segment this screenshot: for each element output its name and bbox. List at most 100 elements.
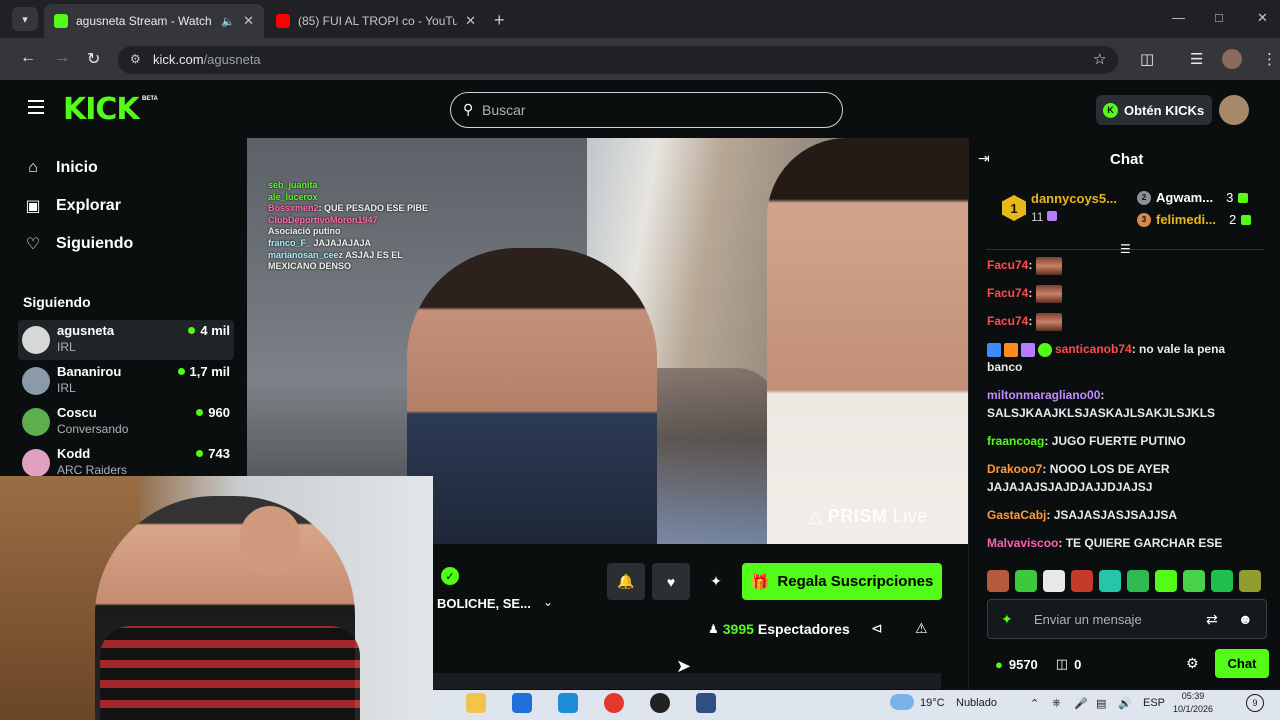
chat-username[interactable]: GastaCabj — [987, 508, 1046, 522]
address-bar[interactable] — [118, 46, 1118, 74]
chat-username[interactable]: Facu74 — [987, 286, 1028, 300]
share-icon[interactable]: ⊲ — [871, 620, 883, 637]
emote-icon[interactable] — [987, 570, 1009, 592]
report-warning-icon[interactable]: ⚠ — [915, 620, 928, 637]
emote-icon[interactable] — [1155, 570, 1177, 592]
leaderboard-entry-3[interactable]: 3 felimedi... 2 — [1137, 212, 1252, 227]
emote-icon[interactable] — [1183, 570, 1205, 592]
speaker-icon[interactable]: 🔈 — [221, 15, 235, 28]
followed-channel-bananirou[interactable]: Bananirou IRL 1,7 mil — [18, 361, 234, 401]
send-chat-button[interactable]: Chat — [1215, 649, 1269, 678]
new-tab-icon[interactable]: + — [494, 10, 505, 31]
sparkle-icon[interactable]: ✦ — [1001, 611, 1013, 628]
close-window-icon[interactable]: ✕ — [1257, 10, 1268, 26]
chat-settings-gear-icon[interactable]: ⚙ — [1186, 655, 1199, 672]
weather-desc[interactable]: Nublado — [956, 697, 997, 709]
emote-icon[interactable] — [1043, 570, 1065, 592]
obs-icon[interactable] — [650, 693, 670, 713]
overlay-chat-text: Asociació putino — [268, 226, 341, 237]
notifications-bell-button[interactable]: 🔔 — [607, 563, 645, 600]
volume-icon[interactable]: 🔊 — [1118, 697, 1132, 710]
emote-icon[interactable] — [1071, 570, 1093, 592]
notification-badge[interactable]: 9 — [1246, 694, 1264, 712]
sidebar-item-inicio[interactable]: ⌂ Inicio — [24, 159, 98, 177]
user-avatar[interactable] — [1219, 95, 1249, 125]
emote-icon[interactable] — [1211, 570, 1233, 592]
tray-chevron-icon[interactable]: ⌃ — [1030, 697, 1039, 710]
chat-username[interactable]: miltonmaragliano00 — [987, 388, 1100, 402]
gift-subscriptions-button[interactable]: 🎁 Regala Suscripciones — [742, 563, 942, 600]
emote-icon[interactable] — [1127, 570, 1149, 592]
badge-icon — [1021, 342, 1035, 357]
kick-favicon-icon — [54, 14, 68, 28]
followed-channel-coscu[interactable]: Coscu Conversando 960 — [18, 402, 234, 442]
follow-heart-button[interactable]: ♥ — [652, 563, 690, 600]
back-icon[interactable]: ← — [20, 49, 36, 67]
followed-channel-agusneta[interactable]: agusneta IRL 4 mil — [18, 320, 234, 360]
viewer-count-value: 743 — [208, 446, 230, 461]
emote-icon[interactable] — [1015, 570, 1037, 592]
usb-icon[interactable]: ⎈ — [1052, 697, 1061, 710]
tab-search-button[interactable]: ▾ — [12, 7, 38, 31]
hamburger-menu-icon[interactable] — [28, 100, 44, 118]
file-explorer-icon[interactable] — [466, 693, 486, 713]
collapse-chat-icon[interactable]: ⇥ — [978, 150, 990, 167]
extensions-icon[interactable]: ◫ — [1140, 50, 1154, 68]
app-icon[interactable] — [696, 693, 716, 713]
maximize-icon[interactable]: □ — [1215, 10, 1223, 25]
followed-channel-kodd[interactable]: Kodd ARC Raiders 743 — [18, 443, 234, 476]
bookmark-star-icon[interactable]: ☆ — [1093, 50, 1106, 68]
emote-icon — [1035, 284, 1062, 303]
weather-temp[interactable]: 19°C — [920, 697, 945, 709]
url-text[interactable]: kick.com/agusneta — [153, 52, 261, 67]
chat-username[interactable]: santicanob74 — [1055, 342, 1132, 356]
chat-username[interactable]: Drakooo7 — [987, 462, 1042, 476]
viewers-count: 3995 — [722, 621, 754, 637]
kick-logo[interactable]: KICK — [63, 92, 140, 127]
translate-icon[interactable]: ⇄ — [1206, 611, 1218, 628]
language-indicator[interactable]: ESP — [1143, 697, 1165, 709]
get-kicks-label: Obtén KICKs — [1124, 102, 1205, 118]
sidebar-item-explorar[interactable]: ▣ Explorar — [24, 196, 120, 216]
chevron-down-icon[interactable]: ⌄ — [543, 595, 553, 609]
reload-icon[interactable]: ↻ — [87, 49, 100, 69]
site-info-icon[interactable]: ⚙ — [130, 52, 141, 66]
chat-text: JSAJASJASJSAJJSA — [1050, 508, 1178, 522]
chat-username[interactable]: Malvaviscoo — [987, 536, 1058, 550]
weather-cloud-icon[interactable] — [890, 694, 914, 710]
network-icon[interactable]: ▤ — [1096, 697, 1106, 710]
emoji-icon[interactable]: ☻ — [1238, 611, 1253, 627]
leaderboard-entry-1[interactable]: 1 dannycoys5... 11 — [1002, 190, 1117, 226]
expand-leaderboard-icon[interactable]: ☰ — [1120, 242, 1131, 256]
chat-username[interactable]: Facu74 — [987, 314, 1028, 328]
home-icon: ⌂ — [28, 159, 38, 176]
emote-icon[interactable] — [1239, 570, 1261, 592]
chat-username[interactable]: fraancoag — [987, 434, 1044, 448]
viewer-count-value: 960 — [208, 405, 230, 420]
forward-icon[interactable]: → — [54, 49, 70, 67]
sparkle-button[interactable]: ✦ — [697, 563, 735, 600]
outlook-icon[interactable] — [558, 693, 578, 713]
stream-title[interactable]: BOLICHE, SE... — [437, 596, 531, 611]
taskbar-clock[interactable]: 05:39 10/1/2026 — [1173, 690, 1213, 716]
chrome-icon[interactable] — [604, 693, 624, 713]
sidebar-item-siguiendo[interactable]: ♡ Siguiendo — [24, 234, 134, 254]
quick-emote-bar — [987, 570, 1261, 592]
browser-profile-avatar[interactable] — [1222, 49, 1242, 69]
get-kicks-button[interactable]: K Obtén KICKs — [1096, 95, 1212, 125]
browser-menu-icon[interactable]: ⋮ — [1262, 50, 1277, 68]
channel-category: Conversando — [57, 422, 129, 436]
microphone-icon[interactable]: 🎤 — [1074, 697, 1088, 710]
tab-agusneta[interactable]: agusneta Stream - Watch Li 🔈 ✕ — [44, 4, 264, 38]
close-tab-icon[interactable]: ✕ — [465, 13, 476, 29]
chat-message: Facu74: — [987, 256, 1257, 275]
media-controls-icon[interactable]: ☰ — [1190, 50, 1203, 68]
store-icon[interactable] — [512, 693, 532, 713]
close-tab-icon[interactable]: ✕ — [243, 13, 254, 29]
channel-points[interactable]: ● 9570 ◫ 0 — [995, 656, 1081, 672]
tab-youtube[interactable]: (85) FUI AL TROPI co - YouTube ✕ — [266, 4, 486, 38]
leaderboard-entry-2[interactable]: 2 Agwam... 3 — [1137, 190, 1249, 205]
minimize-icon[interactable]: — — [1172, 10, 1185, 25]
emote-icon[interactable] — [1099, 570, 1121, 592]
chat-username[interactable]: Facu74 — [987, 258, 1028, 272]
